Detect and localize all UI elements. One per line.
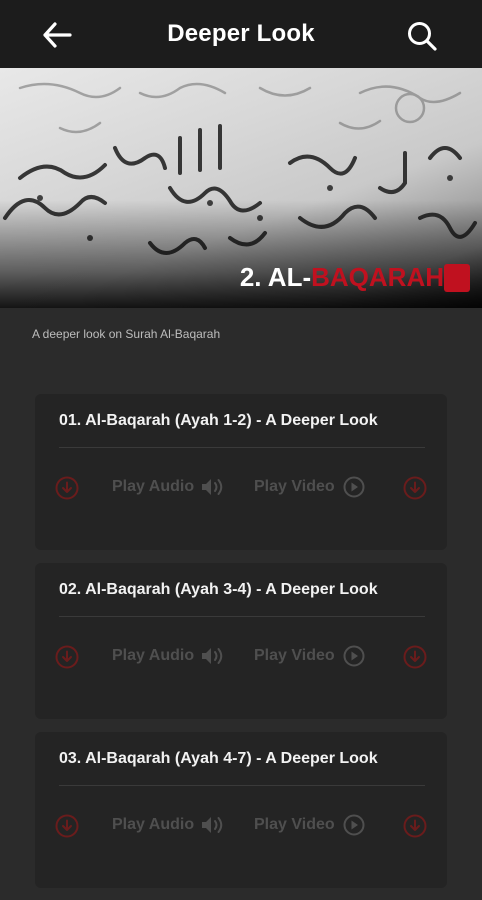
app-bar: Deeper Look	[0, 0, 482, 68]
download-video-button[interactable]	[403, 476, 427, 500]
back-button[interactable]	[40, 18, 74, 52]
episode-title[interactable]: 01. Al-Baqarah (Ayah 1-2) - A Deeper Loo…	[59, 412, 378, 430]
download-audio-button[interactable]	[55, 645, 79, 669]
episode-title[interactable]: 03. Al-Baqarah (Ayah 4-7) - A Deeper Loo…	[59, 750, 378, 768]
episode-card: 03. Al-Baqarah (Ayah 4-7) - A Deeper Loo…	[35, 732, 447, 888]
episode-card: 02. Al-Baqarah (Ayah 3-4) - A Deeper Loo…	[35, 563, 447, 719]
hero-banner: 2. AL- BAQARAH	[0, 68, 482, 308]
play-audio-button[interactable]: Play Audio	[112, 645, 226, 667]
play-circle-icon	[343, 476, 365, 498]
surah-title: 2. AL- BAQARAH	[240, 262, 470, 293]
play-audio-label: Play Audio	[112, 478, 195, 495]
search-icon	[408, 22, 437, 51]
play-video-label: Play Video	[254, 478, 335, 495]
download-video-button[interactable]	[403, 645, 427, 669]
download-icon	[55, 645, 79, 669]
surah-accent-block	[444, 263, 470, 292]
episode-actions: Play Audio Play Video	[35, 643, 447, 671]
speaker-icon	[202, 479, 223, 495]
play-audio-label: Play Audio	[112, 647, 195, 664]
download-icon	[403, 814, 427, 838]
play-audio-button[interactable]: Play Audio	[112, 814, 226, 836]
search-button[interactable]	[404, 18, 440, 54]
play-circle-icon	[343, 814, 365, 836]
episode-title[interactable]: 02. Al-Baqarah (Ayah 3-4) - A Deeper Loo…	[59, 581, 378, 599]
surah-name: BAQARAH	[311, 262, 444, 292]
episode-actions: Play Audio Play Video	[35, 812, 447, 840]
arrow-left-icon	[43, 22, 72, 48]
play-video-button[interactable]: Play Video	[254, 645, 373, 667]
surah-number: 2. AL-	[239, 262, 312, 292]
play-video-button[interactable]: Play Video	[254, 814, 373, 836]
card-divider	[59, 616, 425, 617]
episode-card: 01. Al-Baqarah (Ayah 1-2) - A Deeper Loo…	[35, 394, 447, 550]
play-audio-button[interactable]: Play Audio	[112, 476, 226, 498]
card-divider	[59, 447, 425, 448]
download-icon	[403, 476, 427, 500]
download-icon	[403, 645, 427, 669]
download-icon	[55, 476, 79, 500]
speaker-icon	[202, 817, 223, 833]
download-video-button[interactable]	[403, 814, 427, 838]
download-audio-button[interactable]	[55, 476, 79, 500]
play-audio-label: Play Audio	[112, 816, 195, 833]
page-title: Deeper Look	[167, 20, 315, 47]
speaker-icon	[202, 648, 223, 664]
card-divider	[59, 785, 425, 786]
episode-actions: Play Audio Play Video	[35, 474, 447, 502]
play-circle-icon	[343, 645, 365, 667]
play-video-label: Play Video	[254, 816, 335, 833]
download-icon	[55, 814, 79, 838]
play-video-button[interactable]: Play Video	[254, 476, 373, 498]
download-audio-button[interactable]	[55, 814, 79, 838]
play-video-label: Play Video	[254, 647, 335, 664]
page-subtitle: A deeper look on Surah Al-Baqarah	[32, 327, 221, 341]
